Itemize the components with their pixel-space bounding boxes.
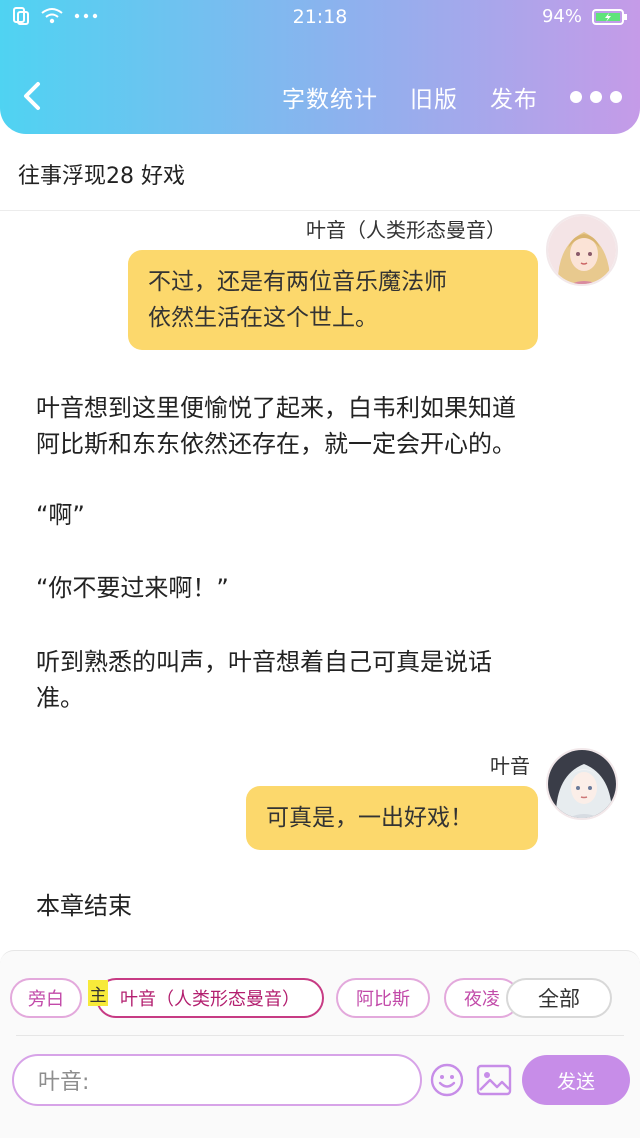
app-header: 21:18 94% 字数统计 旧版 发布: [0, 0, 640, 134]
bubble-line: 可真是，一出好戏！: [266, 805, 473, 831]
chat-bubble[interactable]: 不过，还是有两位音乐魔法师 依然生活在这个世上。: [128, 250, 538, 350]
more-dots-icon[interactable]: [570, 91, 622, 103]
emoji-icon[interactable]: [430, 1063, 464, 1097]
chevron-left-icon[interactable]: [18, 78, 48, 114]
role-chip[interactable]: 阿比斯: [336, 978, 430, 1018]
narration-line: 本章结束: [36, 892, 132, 920]
divider: [16, 1035, 624, 1036]
publish-button[interactable]: 发布: [490, 80, 538, 114]
avatar[interactable]: [546, 748, 618, 820]
word-count-button[interactable]: 字数统计: [282, 80, 378, 114]
image-icon[interactable]: [476, 1064, 512, 1096]
narration-paragraph[interactable]: “啊”: [36, 497, 616, 533]
status-right: 94%: [542, 6, 628, 27]
status-bar: 21:18 94%: [0, 0, 640, 36]
narration-line: 阿比斯和东东依然还存在，就一定会开心的。: [36, 430, 516, 458]
avatar[interactable]: [546, 214, 618, 286]
speaker-name: 叶音（人类形态曼音）: [306, 218, 506, 242]
narration-paragraph[interactable]: 叶音想到这里便愉悦了起来，白韦利如果知道 阿比斯和东东依然还存在，就一定会开心的…: [36, 390, 616, 462]
role-chip-narrator[interactable]: 旁白: [10, 978, 82, 1018]
narration-line: “啊”: [36, 501, 85, 529]
narration-line: 准。: [36, 684, 84, 712]
speaker-name: 叶音: [490, 754, 530, 778]
narration-paragraph[interactable]: 听到熟悉的叫声，叶音想着自己可真是说话 准。: [36, 644, 616, 716]
narration-line: 叶音想到这里便愉悦了起来，白韦利如果知道: [36, 394, 516, 422]
role-chip-active[interactable]: 叶音（人类形态曼音）: [96, 978, 324, 1018]
message-input[interactable]: 叶音:: [12, 1054, 422, 1106]
divider: [0, 210, 640, 211]
old-version-button[interactable]: 旧版: [410, 80, 458, 114]
narration-line: “你不要过来啊！”: [36, 574, 229, 602]
bubble-line: 依然生活在这个世上。: [148, 305, 378, 331]
navigation-bar: 字数统计 旧版 发布: [0, 60, 640, 132]
chat-bubble[interactable]: 可真是，一出好戏！: [246, 786, 538, 850]
battery-percent: 94%: [541, 6, 582, 27]
nav-actions: 字数统计 旧版 发布: [250, 80, 622, 114]
all-roles-button[interactable]: 全部: [506, 978, 612, 1018]
narration-paragraph[interactable]: 本章结束: [36, 888, 616, 924]
narration-paragraph[interactable]: “你不要过来啊！”: [36, 570, 616, 606]
main-role-tag: 主: [88, 980, 108, 1006]
input-placeholder: 叶音:: [38, 1070, 90, 1095]
send-button[interactable]: 发送: [522, 1055, 630, 1105]
battery-icon: [592, 8, 627, 25]
chapter-title[interactable]: 往事浮现28 好戏: [18, 158, 185, 190]
bubble-line: 不过，还是有两位音乐魔法师: [148, 269, 447, 295]
narration-line: 听到熟悉的叫声，叶音想着自己可真是说话: [36, 648, 492, 676]
